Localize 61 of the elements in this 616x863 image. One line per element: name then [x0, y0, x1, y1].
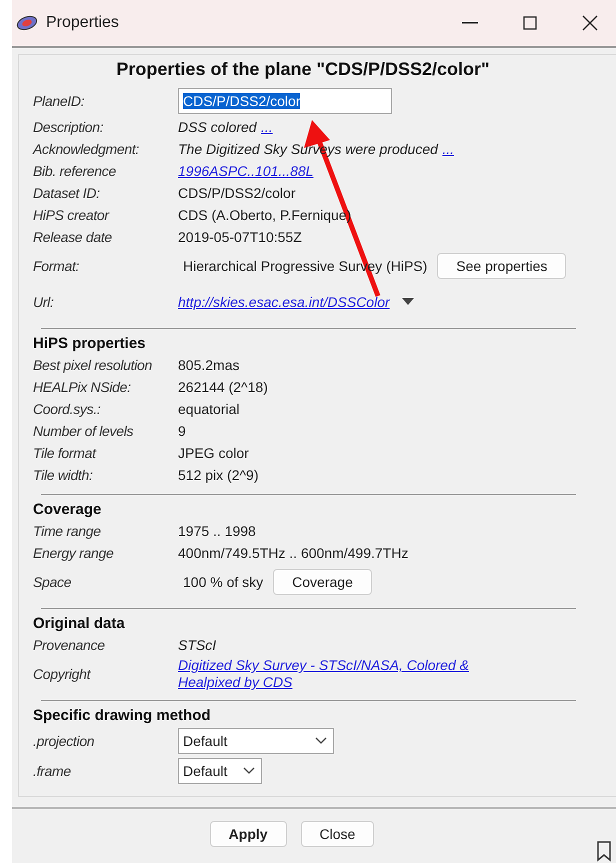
property-label: Bib. reference	[33, 163, 117, 179]
plane-id-field[interactable]: CDS/P/DSS2/color	[178, 88, 392, 114]
property-value: JPEG color	[178, 445, 249, 461]
close-icon	[582, 15, 598, 31]
property-label: Description:	[33, 119, 104, 135]
property-label: Tile width:	[33, 467, 94, 483]
property-value: 805.2mas	[178, 357, 240, 373]
property-value: 2019-05-07T10:55Z	[178, 229, 302, 245]
property-label: Best pixel resolution	[33, 357, 153, 373]
more-link[interactable]: ...	[442, 141, 454, 157]
property-button[interactable]: Coverage	[273, 569, 372, 595]
property-label: Coord.sys.:	[33, 401, 102, 417]
property-link[interactable]: http://skies.esac.esa.int/DSSColor	[178, 294, 390, 310]
minimize-icon	[462, 22, 478, 24]
property-label: Number of levels	[33, 423, 134, 439]
property-label: .frame	[33, 763, 72, 779]
property-link[interactable]: Digitized Sky Survey - STScI/NASA, Colored & Healpixed by CDS	[178, 657, 478, 691]
dropdown-icon[interactable]	[402, 298, 414, 306]
window-title: Properties	[46, 14, 120, 32]
property-value: 512 pix (2^9)	[178, 467, 258, 483]
bookmark-icon[interactable]	[596, 840, 612, 862]
property-label: PlaneID:	[33, 93, 86, 109]
dialog-button[interactable]: Apply	[210, 821, 287, 847]
section-heading: Original data	[33, 615, 126, 632]
property-label: Space	[33, 574, 72, 590]
property-label: Energy range	[33, 545, 114, 561]
property-label: HEALPix NSide:	[33, 379, 132, 395]
maximize-icon	[523, 16, 537, 30]
section-heading: Coverage	[33, 501, 102, 518]
property-label: Dataset ID:	[33, 185, 101, 201]
property-value: DSS colored	[178, 119, 257, 135]
panel-heading: Properties of the plane "CDS/P/DSS2/color"	[115, 59, 491, 80]
property-label: Copyright	[33, 666, 92, 682]
chevron-down-icon	[243, 767, 255, 775]
select-field[interactable]: Default	[178, 758, 262, 784]
property-value: CDS/P/DSS2/color	[178, 185, 296, 201]
select-field[interactable]: Default	[178, 728, 334, 754]
dialog-button[interactable]: Close	[300, 821, 374, 847]
chevron-down-icon	[315, 737, 327, 745]
app-logo-icon	[16, 14, 38, 32]
property-value: equatorial	[178, 401, 240, 417]
property-label: Url:	[33, 294, 55, 310]
more-link[interactable]: ...	[261, 119, 273, 135]
property-value: 262144 (2^18)	[178, 379, 268, 395]
property-link[interactable]: 1996ASPC..101...88L	[178, 163, 314, 179]
property-value: 100 % of sky	[183, 574, 264, 590]
property-label: Release date	[33, 229, 113, 245]
property-value: 400nm/749.5THz .. 600nm/499.7THz	[178, 545, 408, 561]
property-label: Format:	[33, 258, 80, 274]
section-heading: Specific drawing method	[33, 707, 212, 724]
property-button[interactable]: See properties	[437, 253, 566, 279]
section-heading: HiPS properties	[33, 335, 147, 352]
property-label: Acknowledgment:	[33, 141, 140, 157]
property-value: 9	[178, 423, 186, 439]
property-value: 1975 .. 1998	[178, 523, 256, 539]
property-label: .projection	[33, 733, 96, 749]
property-label: Provenance	[33, 637, 106, 653]
property-label: HiPS creator	[33, 207, 110, 223]
property-label: Time range	[33, 523, 102, 539]
property-label: Tile format	[33, 445, 98, 461]
property-value: STScI	[178, 637, 216, 653]
